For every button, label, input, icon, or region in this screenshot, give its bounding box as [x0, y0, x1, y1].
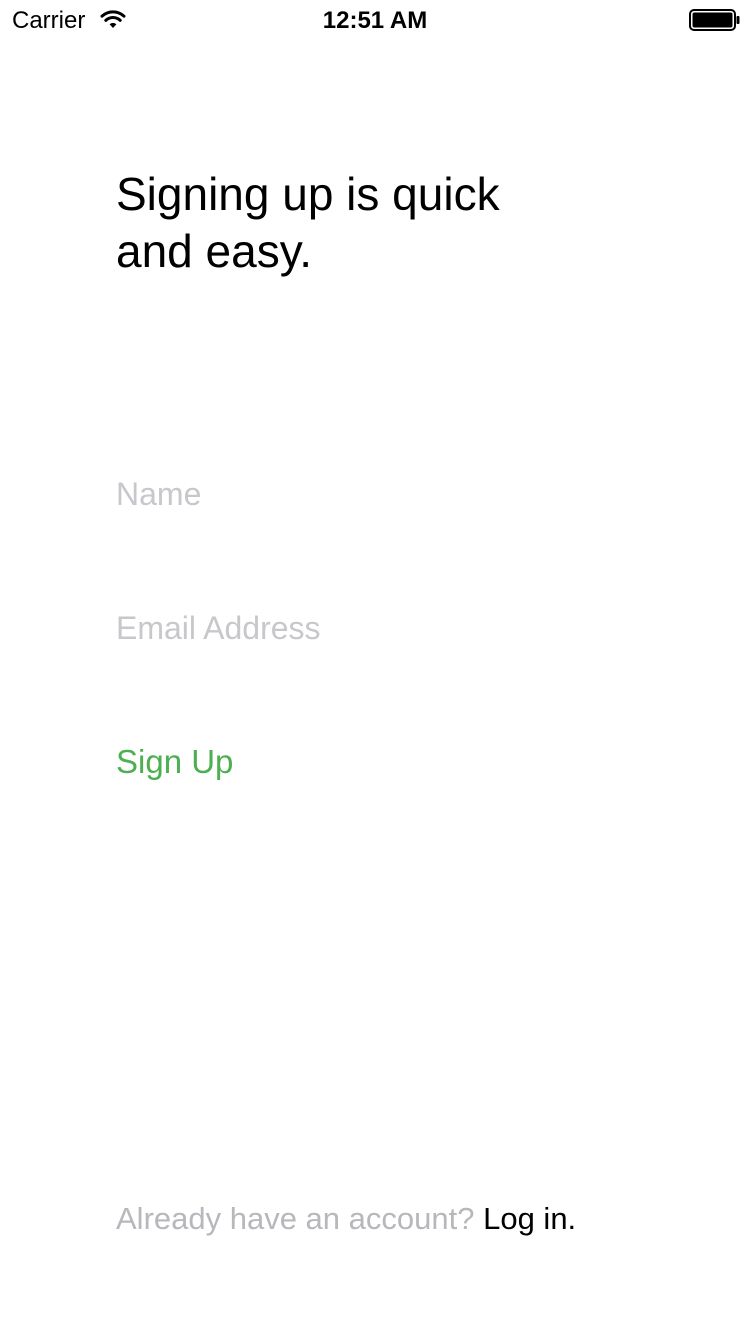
login-prompt: Already have an account? Log in. — [116, 1196, 576, 1242]
email-field[interactable] — [116, 600, 636, 656]
status-bar: Carrier 12:51 AM — [0, 0, 750, 40]
login-prompt-text: Already have an account? — [116, 1201, 475, 1236]
battery-icon — [689, 9, 741, 31]
name-field[interactable] — [116, 466, 636, 522]
status-time: 12:51 AM — [322, 7, 428, 34]
login-link[interactable]: Log in. — [483, 1201, 576, 1236]
sign-up-button[interactable]: Sign Up — [116, 736, 233, 788]
page-title: Signing up is quick and easy. — [116, 168, 500, 277]
